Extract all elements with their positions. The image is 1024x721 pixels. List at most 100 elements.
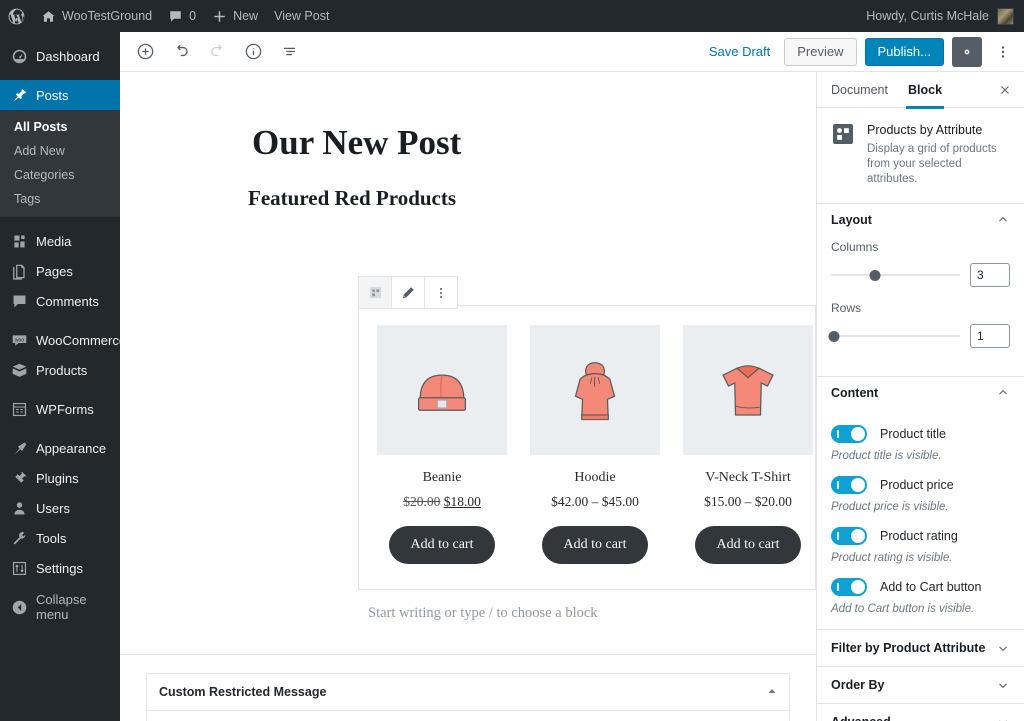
panel-order-by: Order By [817,667,1024,704]
slider-track [831,335,960,337]
list-view-button[interactable] [272,35,306,69]
panel-order-by-header[interactable]: Order By [817,667,1024,703]
add-to-cart-toggle[interactable] [831,578,867,596]
menu-spacer-6 [0,583,120,592]
panel-advanced: Advanced [817,704,1024,721]
post-title[interactable]: Our New Post [120,72,816,164]
panel-content-header[interactable]: Content [817,377,1024,409]
sidebar-item-label: Media [36,233,72,249]
comments-bubble[interactable]: 0 [160,0,204,32]
settings-toggle-button[interactable] [952,36,982,67]
wp-logo-menu[interactable] [0,0,33,32]
save-draft-button[interactable]: Save Draft [703,40,776,63]
block-type-button[interactable] [359,277,391,308]
product-title-toggle[interactable] [831,425,867,443]
product-rating-help: Product rating is visible. [831,552,953,564]
add-block-button[interactable] [128,35,162,69]
close-sidebar-button[interactable] [990,72,1020,108]
add-to-cart-button[interactable]: Add to cart [388,526,496,564]
product-image-beanie [377,325,507,455]
pin-icon [10,86,28,104]
view-post-link[interactable]: View Post [266,0,337,32]
sidebar-item-media[interactable]: Media [0,226,120,256]
product-card[interactable]: V-Neck T-Shirt $15.00 – $20.00 Add to ca… [683,325,813,564]
submenu-item-categories[interactable]: Categories [0,163,120,187]
ellipsis-vertical-icon [440,287,442,298]
products-grid-icon [831,122,855,146]
sidebar-item-dashboard[interactable]: Dashboard [0,41,120,71]
publish-button[interactable]: Publish... [864,37,944,66]
sidebar-item-settings[interactable]: Settings [0,553,120,583]
submenu-item-all-posts[interactable]: All Posts [0,115,120,139]
product-card[interactable]: Beanie $20.00 $18.00 Add to cart [377,325,507,564]
products-icon [10,361,28,379]
sidebar-item-posts[interactable]: Posts [0,80,120,110]
triangle-up-icon[interactable] [767,686,777,698]
submenu-item-add-new[interactable]: Add New [0,139,120,163]
block-more-options-button[interactable] [425,277,457,308]
submenu-item-tags[interactable]: Tags [0,187,120,211]
panel-title: Layout [831,213,872,227]
sidebar-item-users[interactable]: Users [0,493,120,523]
panel-layout-header[interactable]: Layout [817,204,1024,236]
sidebar-item-products[interactable]: Products [0,355,120,385]
new-content-menu[interactable]: New [204,0,266,32]
sidebar-item-woocommerce[interactable]: woo WooCommerce [0,325,120,355]
undo-button[interactable] [164,35,198,69]
slider-thumb[interactable] [828,330,840,342]
add-to-cart-button[interactable]: Add to cart [694,526,802,564]
metabox-title: Custom Restricted Message [159,685,327,699]
columns-number-input[interactable]: 3 [970,263,1010,287]
redo-button[interactable] [200,35,234,69]
tab-block[interactable]: Block [898,72,952,109]
rows-number-input[interactable]: 1 [970,324,1010,348]
product-rating-toggle[interactable] [831,527,867,545]
product-card[interactable]: Hoodie $42.00 – $45.00 Add to cart [530,325,660,564]
slider-thumb[interactable] [869,269,881,281]
add-to-cart-button[interactable]: Add to cart [541,526,649,564]
sidebar-item-comments[interactable]: Comments [0,286,120,316]
ellipsis-vertical-icon [1001,45,1005,58]
panel-layout-body: Columns 3 Rows 1 [817,240,1024,376]
tab-document[interactable]: Document [821,72,898,108]
sidebar-item-wpforms[interactable]: WPForms [0,394,120,424]
sidebar-item-label: Pages [36,263,73,279]
comments-count: 0 [189,9,197,23]
hoodie-illustration [574,362,616,421]
new-label: New [233,9,259,23]
heading-block[interactable]: Featured Red Products [120,164,816,211]
sidebar-item-collapse-menu[interactable]: Collapse menu [0,592,120,622]
sidebar-item-appearance[interactable]: Appearance [0,433,120,463]
panel-advanced-header[interactable]: Advanced [817,704,1024,721]
product-price-toggle[interactable] [831,476,867,494]
product-image-tshirt [683,325,813,455]
chevron-down-icon [996,715,1010,721]
rows-label: Rows [831,301,862,315]
empty-paragraph-placeholder[interactable]: Start writing or type / to choose a bloc… [368,605,598,622]
undo-icon [176,44,188,57]
columns-label: Columns [831,240,879,254]
account-menu[interactable]: Howdy, Curtis McHale [866,7,1024,25]
columns-slider[interactable] [831,268,960,282]
sidebar-item-tools[interactable]: Tools [0,523,120,553]
menu-spacer-2 [0,217,120,226]
sidebar-item-plugins[interactable]: Plugins [0,463,120,493]
panel-filter-header[interactable]: Filter by Product Attribute [817,630,1024,666]
rows-slider[interactable] [828,329,960,343]
plus-circle-icon [137,43,153,60]
panel-title: Advanced [831,715,891,721]
sidebar-item-pages[interactable]: Pages [0,256,120,286]
sidebar-item-label: Comments [36,293,99,309]
posts-submenu: All Posts Add New Categories Tags [0,110,120,217]
products-by-attribute-block[interactable]: Beanie $20.00 $18.00 Add to cart Hoodie … [358,305,816,590]
metabox-header[interactable]: Custom Restricted Message [146,673,790,711]
preview-button[interactable]: Preview [784,37,857,66]
more-menu-button[interactable] [990,37,1016,67]
site-name-menu[interactable]: WooTestGround [33,0,160,32]
edit-block-button[interactable] [392,277,424,308]
toggle-label: Product title [880,427,947,441]
pages-icon [10,262,28,280]
content-info-button[interactable] [236,35,270,69]
redo-icon [210,44,222,57]
block-info-card: Products by Attribute Display a grid of … [817,108,1024,204]
